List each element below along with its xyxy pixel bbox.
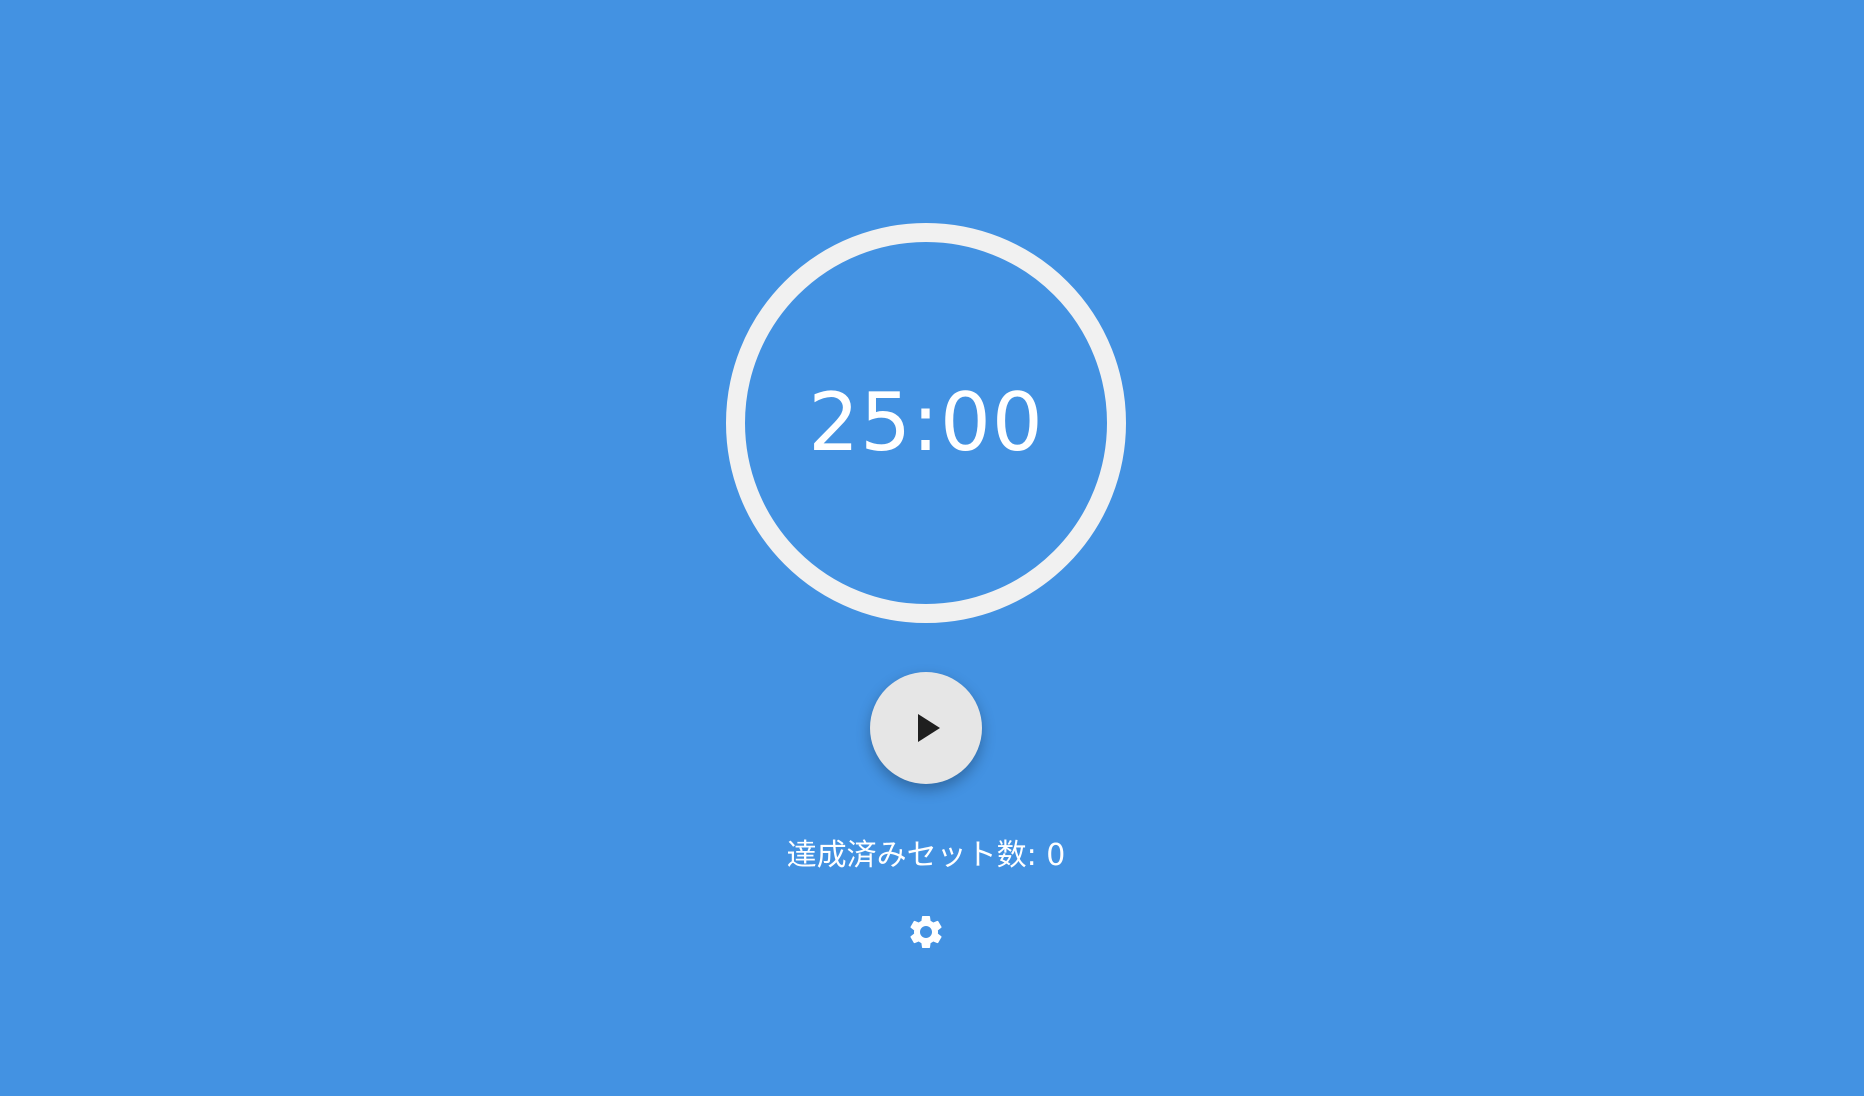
settings-button[interactable]	[904, 910, 948, 954]
completed-sets-label: 達成済みセット数:	[786, 838, 1037, 873]
gear-icon	[910, 916, 942, 948]
timer-display: 25:00	[808, 376, 1044, 469]
completed-sets-counter: 達成済みセット数: 0	[0, 836, 1852, 876]
play-button[interactable]	[870, 672, 982, 784]
timer-ring: 25:00	[726, 223, 1126, 623]
play-icon	[918, 714, 940, 742]
completed-sets-value: 0	[1046, 838, 1066, 873]
